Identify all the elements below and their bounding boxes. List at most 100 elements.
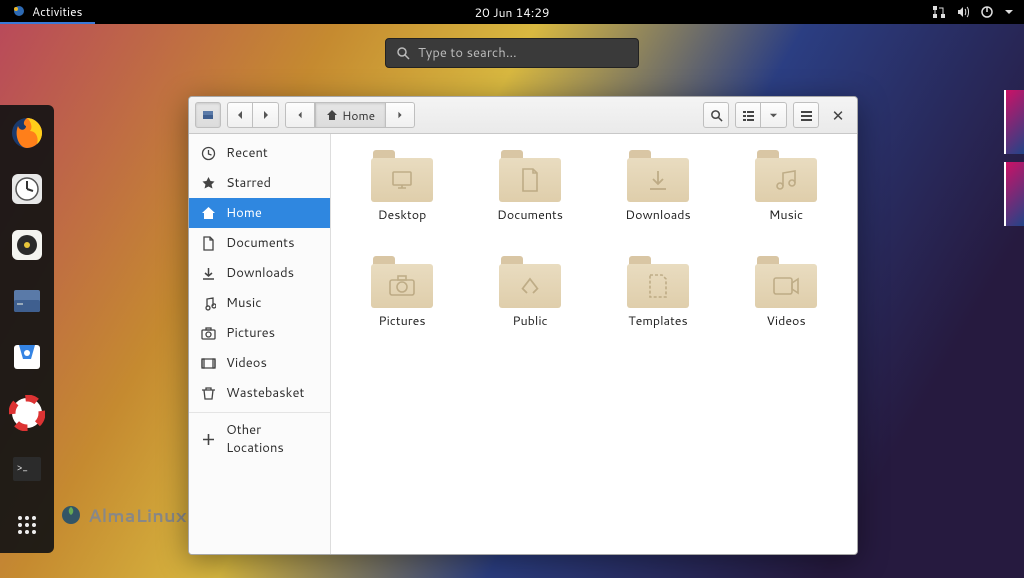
camera-glyph-icon xyxy=(388,275,416,297)
workspace-thumb[interactable] xyxy=(1004,90,1024,154)
dash-app-files[interactable] xyxy=(7,281,47,321)
sidebar-item-starred[interactable]: Starred xyxy=(189,168,330,198)
chevron-right-icon xyxy=(396,111,404,119)
folder-desktop[interactable]: Desktop xyxy=(341,150,463,250)
workspace-thumb[interactable] xyxy=(1004,162,1024,226)
sidebar-item-label: Other Locations xyxy=(226,421,318,457)
path-child-button[interactable] xyxy=(386,102,415,128)
sidebar-item-label: Documents xyxy=(226,234,295,252)
show-apps-button[interactable] xyxy=(7,505,47,545)
folder-label: Pictures xyxy=(378,312,425,330)
nav-buttons xyxy=(227,102,279,128)
system-tray[interactable] xyxy=(922,5,1024,19)
chevron-left-icon xyxy=(296,111,304,119)
dash-dock: >_ xyxy=(0,105,54,553)
top-bar: Activities 20 Jun 14:29 xyxy=(0,0,1024,24)
list-view-icon xyxy=(742,109,755,122)
path-parent-button[interactable] xyxy=(285,102,315,128)
chevron-down-icon xyxy=(769,111,778,120)
fm-icon-view[interactable]: Desktop Documents Downloads Music xyxy=(331,134,857,554)
folder-label: Templates xyxy=(628,312,688,330)
folder-label: Music xyxy=(769,206,803,224)
trash-icon xyxy=(201,386,216,401)
download-icon xyxy=(201,266,216,281)
search-icon xyxy=(710,109,723,122)
folder-public[interactable]: Public xyxy=(469,256,591,356)
hamburger-menu-button[interactable] xyxy=(793,102,819,128)
folder-label: Documents xyxy=(497,206,563,224)
sidebar-item-home[interactable]: Home xyxy=(189,198,330,228)
chevron-right-icon xyxy=(261,110,271,120)
window-close-button[interactable]: ✕ xyxy=(825,102,851,128)
folder-music[interactable]: Music xyxy=(725,150,847,250)
view-options-button[interactable] xyxy=(761,102,787,128)
path-label: Home xyxy=(342,107,375,124)
sidebar-toggle-button[interactable] xyxy=(195,102,221,128)
folder-downloads[interactable]: Downloads xyxy=(597,150,719,250)
sidebar-item-label: Pictures xyxy=(226,324,275,342)
forward-button[interactable] xyxy=(253,102,279,128)
close-icon: ✕ xyxy=(832,105,845,126)
dash-app-help[interactable] xyxy=(7,393,47,433)
view-menu-group xyxy=(735,102,787,128)
fm-sidebar: Recent Starred Home Documents Downloads … xyxy=(189,134,331,554)
plus-icon xyxy=(201,432,216,447)
path-segment-home[interactable]: Home xyxy=(315,102,386,128)
sidebar-item-pictures[interactable]: Pictures xyxy=(189,318,330,348)
sidebar-item-label: Home xyxy=(226,204,262,222)
desktop-glyph-icon xyxy=(389,167,415,193)
sidebar-item-other-locations[interactable]: Other Locations xyxy=(189,412,330,465)
public-glyph-icon xyxy=(518,274,542,298)
folder-pictures[interactable]: Pictures xyxy=(341,256,463,356)
sidebar-item-label: Wastebasket xyxy=(226,384,304,402)
sidebar-item-label: Starred xyxy=(226,174,271,192)
sidebar-item-downloads[interactable]: Downloads xyxy=(189,258,330,288)
search-icon xyxy=(396,46,410,60)
folder-templates[interactable]: Templates xyxy=(597,256,719,356)
video-icon xyxy=(201,356,216,371)
folder-label: Downloads xyxy=(625,206,690,224)
sidebar-item-label: Recent xyxy=(226,144,268,162)
fm-headerbar: Home ✕ xyxy=(189,97,857,134)
power-icon xyxy=(980,5,994,19)
back-button[interactable] xyxy=(227,102,253,128)
sidebar-item-videos[interactable]: Videos xyxy=(189,348,330,378)
music-icon xyxy=(201,296,216,311)
folder-videos[interactable]: Videos xyxy=(725,256,847,356)
file-manager-window: Home ✕ Recent Starred Home xyxy=(188,96,858,555)
view-toggle-button[interactable] xyxy=(735,102,761,128)
sidebar-item-wastebasket[interactable]: Wastebasket xyxy=(189,378,330,408)
dash-app-rhythmbox[interactable] xyxy=(7,225,47,265)
dash-app-software[interactable] xyxy=(7,337,47,377)
menu-icon xyxy=(800,109,813,122)
svg-text:>_: >_ xyxy=(17,461,28,475)
dash-app-firefox[interactable] xyxy=(7,113,47,153)
sidebar-item-documents[interactable]: Documents xyxy=(189,228,330,258)
chevron-down-icon xyxy=(1004,7,1014,17)
home-icon xyxy=(326,109,338,121)
home-icon xyxy=(201,206,216,221)
clock-icon xyxy=(201,146,216,161)
folder-label: Videos xyxy=(766,312,805,330)
sidebar-item-label: Music xyxy=(226,294,262,312)
search-button[interactable] xyxy=(703,102,729,128)
sidebar-item-label: Videos xyxy=(226,354,267,372)
dash-app-terminal[interactable]: >_ xyxy=(7,449,47,489)
folder-documents[interactable]: Documents xyxy=(469,150,591,250)
sidebar-item-recent[interactable]: Recent xyxy=(189,138,330,168)
camera-icon xyxy=(201,326,216,341)
dash-app-clock[interactable] xyxy=(7,169,47,209)
video-glyph-icon xyxy=(772,276,800,296)
document-glyph-icon xyxy=(518,167,542,193)
overview-search[interactable]: Type to search... xyxy=(385,38,639,68)
sidebar-item-label: Downloads xyxy=(226,264,294,282)
distro-watermark: AlmaLinux xyxy=(60,502,186,528)
clock-label[interactable]: 20 Jun 14:29 xyxy=(475,4,550,21)
music-glyph-icon xyxy=(773,167,799,193)
star-icon xyxy=(201,176,216,191)
activities-button[interactable]: Activities xyxy=(0,0,95,24)
distro-logo-icon xyxy=(12,4,26,18)
chevron-left-icon xyxy=(235,110,245,120)
document-icon xyxy=(201,236,216,251)
sidebar-item-music[interactable]: Music xyxy=(189,288,330,318)
